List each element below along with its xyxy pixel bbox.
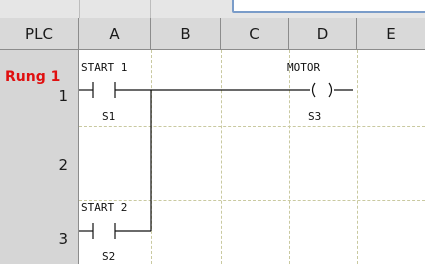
rung-label: Rung 1 bbox=[5, 69, 61, 85]
row-header-column: Rung 1 1 2 3 bbox=[0, 50, 79, 264]
column-label: B bbox=[180, 24, 191, 43]
row-number-1[interactable]: 1 bbox=[58, 87, 68, 105]
strip-divider bbox=[79, 0, 80, 18]
contact-s2-address[interactable]: S2 bbox=[102, 250, 115, 263]
contact-start1-name[interactable]: START 1 bbox=[81, 61, 127, 74]
column-header-d[interactable]: D bbox=[289, 18, 357, 50]
coil-s3-address[interactable]: S3 bbox=[308, 110, 321, 123]
column-label: E bbox=[386, 24, 396, 43]
overlapping-window-edge[interactable] bbox=[232, 0, 425, 13]
column-header-e[interactable]: E bbox=[357, 18, 425, 50]
column-label: D bbox=[316, 24, 329, 43]
strip-divider bbox=[150, 0, 151, 18]
ladder-grid[interactable]: START 1 S1 MOTOR S3 START 2 S2 bbox=[79, 50, 425, 264]
contact-s1-address[interactable]: S1 bbox=[102, 110, 115, 123]
row-number-3[interactable]: 3 bbox=[58, 230, 68, 248]
coil-left-arc bbox=[311, 82, 316, 98]
column-label: A bbox=[109, 24, 120, 43]
corner-header: PLC bbox=[0, 18, 79, 50]
corner-label: PLC bbox=[25, 24, 53, 43]
column-header-c[interactable]: C bbox=[221, 18, 289, 50]
coil-motor-name[interactable]: MOTOR bbox=[287, 61, 320, 74]
row-number-2[interactable]: 2 bbox=[58, 156, 68, 174]
column-label: C bbox=[249, 24, 260, 43]
coil-right-arc bbox=[328, 82, 333, 98]
ladder-diagram bbox=[79, 82, 353, 239]
column-header-a[interactable]: A bbox=[79, 18, 151, 50]
column-header-b[interactable]: B bbox=[151, 18, 221, 50]
contact-start2-name[interactable]: START 2 bbox=[81, 201, 127, 214]
